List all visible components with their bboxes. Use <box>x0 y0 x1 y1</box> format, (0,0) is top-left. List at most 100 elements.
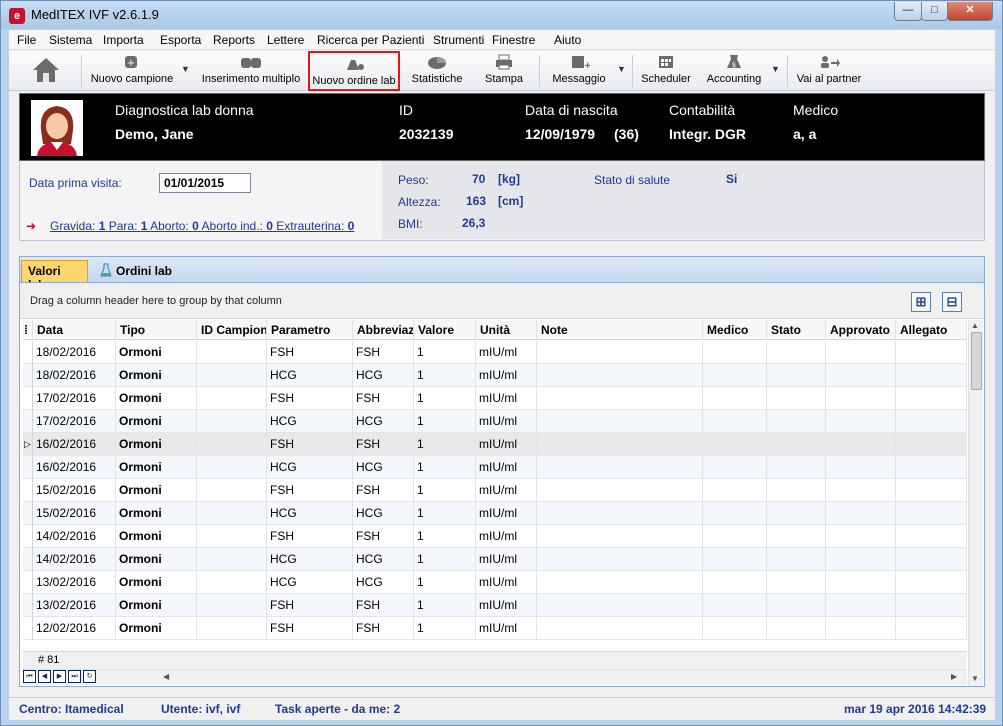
menu-sistema[interactable]: Sistema <box>49 33 92 47</box>
cell-stato[interactable] <box>767 617 826 640</box>
cell-stato[interactable] <box>767 341 826 364</box>
scroll-left-icon[interactable]: ◀ <box>163 672 169 681</box>
cell-data[interactable]: 15/02/2016 <box>33 502 116 525</box>
column-header-id-campione[interactable]: ID Campion <box>197 320 267 340</box>
cell-parametro[interactable]: HCG <box>267 410 353 433</box>
table-row[interactable]: 17/02/2016 Ormoni HCG HCG 1 mIU/ml <box>23 410 967 433</box>
cell-medico[interactable] <box>703 341 767 364</box>
scroll-up-icon[interactable]: ▲ <box>971 321 979 330</box>
vai-al-partner-button[interactable]: Vai al partner <box>793 51 865 91</box>
cell-abbreviazione[interactable]: FSH <box>353 479 414 502</box>
cell-id-campione[interactable] <box>197 410 267 433</box>
cell-tipo[interactable]: Ormoni <box>116 456 197 479</box>
cell-allegato[interactable] <box>896 571 967 594</box>
row-indicator[interactable] <box>23 502 33 525</box>
nuovo-campione-button[interactable]: + Nuovo campione <box>87 51 177 91</box>
menu-file[interactable]: File <box>17 33 36 47</box>
cell-id-campione[interactable] <box>197 479 267 502</box>
cell-abbreviazione[interactable]: FSH <box>353 433 414 456</box>
title-bar[interactable]: e MedITEX IVF v2.6.1.9 — □ ✕ <box>1 1 1002 29</box>
menu-importa[interactable]: Importa <box>103 33 144 47</box>
cell-id-campione[interactable] <box>197 525 267 548</box>
cell-note[interactable] <box>537 387 703 410</box>
cell-abbreviazione[interactable]: FSH <box>353 525 414 548</box>
column-header-stato[interactable]: Stato <box>767 320 826 340</box>
cell-id-campione[interactable] <box>197 387 267 410</box>
cell-tipo[interactable]: Ormoni <box>116 387 197 410</box>
menu-esporta[interactable]: Esporta <box>160 33 201 47</box>
accounting-dropdown-icon[interactable]: ▼ <box>771 64 780 74</box>
cell-parametro[interactable]: FSH <box>267 525 353 548</box>
menu-strumenti[interactable]: Strumenti <box>433 33 484 47</box>
cell-abbreviazione[interactable]: HCG <box>353 548 414 571</box>
cell-id-campione[interactable] <box>197 433 267 456</box>
column-header-parametro[interactable]: Parametro <box>267 320 353 340</box>
cell-abbreviazione[interactable]: FSH <box>353 594 414 617</box>
cell-unita[interactable]: mIU/ml <box>476 433 537 456</box>
row-indicator[interactable] <box>23 571 33 594</box>
row-indicator[interactable] <box>23 364 33 387</box>
cell-allegato[interactable] <box>896 525 967 548</box>
dpv-field[interactable]: 01/01/2015 <box>159 173 251 193</box>
cell-stato[interactable] <box>767 456 826 479</box>
row-indicator[interactable]: ▷ <box>23 433 33 456</box>
cell-unita[interactable]: mIU/ml <box>476 456 537 479</box>
inserimento-multiplo-button[interactable]: Inserimento multiplo <box>201 51 301 91</box>
table-row[interactable]: 13/02/2016 Ormoni FSH FSH 1 mIU/ml <box>23 594 967 617</box>
cell-stato[interactable] <box>767 364 826 387</box>
cell-data[interactable]: 18/02/2016 <box>33 364 116 387</box>
menu-ricerca-pazienti[interactable]: Ricerca per Pazienti <box>317 33 424 47</box>
cell-allegato[interactable] <box>896 410 967 433</box>
cell-unita[interactable]: mIU/ml <box>476 571 537 594</box>
cell-unita[interactable]: mIU/ml <box>476 594 537 617</box>
table-row[interactable]: 15/02/2016 Ormoni FSH FSH 1 mIU/ml <box>23 479 967 502</box>
cell-parametro[interactable]: HCG <box>267 548 353 571</box>
cell-parametro[interactable]: HCG <box>267 364 353 387</box>
cell-approvato[interactable] <box>826 617 896 640</box>
cell-parametro[interactable]: FSH <box>267 433 353 456</box>
cell-tipo[interactable]: Ormoni <box>116 548 197 571</box>
cell-stato[interactable] <box>767 525 826 548</box>
refresh-icon[interactable]: ↻ <box>83 670 96 683</box>
scroll-right-icon[interactable]: ▶ <box>951 672 957 681</box>
cell-tipo[interactable]: Ormoni <box>116 571 197 594</box>
cell-valore[interactable]: 1 <box>414 456 476 479</box>
cell-unita[interactable]: mIU/ml <box>476 525 537 548</box>
collapse-all-button[interactable]: ⊟ <box>942 292 962 312</box>
cell-allegato[interactable] <box>896 479 967 502</box>
expand-all-button[interactable]: ⊞ <box>911 292 931 312</box>
table-row[interactable]: 17/02/2016 Ormoni FSH FSH 1 mIU/ml <box>23 387 967 410</box>
cell-unita[interactable]: mIU/ml <box>476 502 537 525</box>
cell-stato[interactable] <box>767 548 826 571</box>
cell-abbreviazione[interactable]: FSH <box>353 617 414 640</box>
cell-parametro[interactable]: HCG <box>267 456 353 479</box>
cell-tipo[interactable]: Ormoni <box>116 433 197 456</box>
cell-medico[interactable] <box>703 525 767 548</box>
cell-unita[interactable]: mIU/ml <box>476 617 537 640</box>
cell-note[interactable] <box>537 594 703 617</box>
cell-medico[interactable] <box>703 364 767 387</box>
cell-note[interactable] <box>537 456 703 479</box>
cell-allegato[interactable] <box>896 387 967 410</box>
column-header-abbreviazione[interactable]: Abbreviaz <box>353 320 414 340</box>
tab-ordini-lab[interactable]: Ordini lab <box>94 260 188 282</box>
home-button[interactable] <box>23 51 69 91</box>
column-header-data[interactable]: Data <box>33 320 116 340</box>
cell-valore[interactable]: 1 <box>414 479 476 502</box>
cell-approvato[interactable] <box>826 364 896 387</box>
cell-unita[interactable]: mIU/ml <box>476 341 537 364</box>
cell-tipo[interactable]: Ormoni <box>116 341 197 364</box>
cell-data[interactable]: 17/02/2016 <box>33 410 116 433</box>
statistiche-button[interactable]: Statistiche <box>406 51 468 91</box>
cell-abbreviazione[interactable]: HCG <box>353 502 414 525</box>
cell-note[interactable] <box>537 341 703 364</box>
cell-stato[interactable] <box>767 594 826 617</box>
cell-tipo[interactable]: Ormoni <box>116 479 197 502</box>
cell-valore[interactable]: 1 <box>414 548 476 571</box>
cell-valore[interactable]: 1 <box>414 387 476 410</box>
close-button[interactable]: ✕ <box>947 2 993 21</box>
status-task[interactable]: Task aperte - da me: 2 <box>275 702 400 716</box>
cell-data[interactable]: 13/02/2016 <box>33 594 116 617</box>
cell-note[interactable] <box>537 548 703 571</box>
row-indicator[interactable] <box>23 410 33 433</box>
